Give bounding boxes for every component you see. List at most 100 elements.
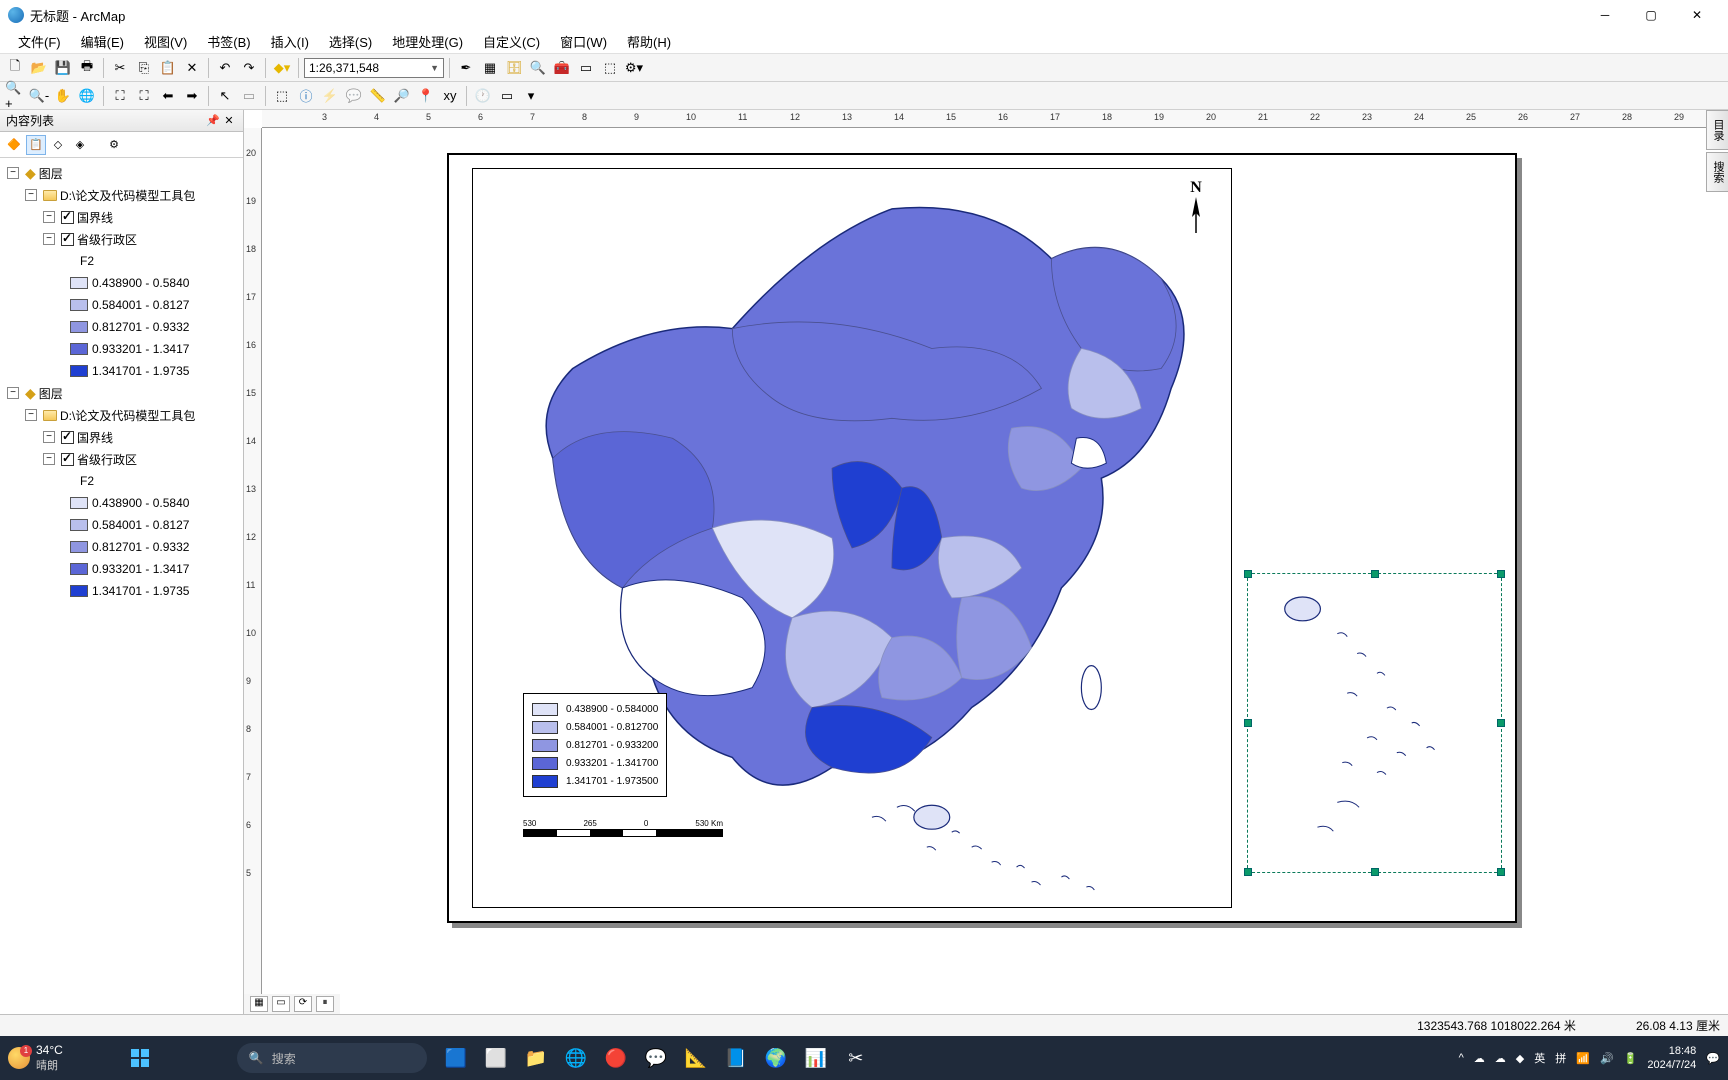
- map-legend[interactable]: 0.438900 - 0.5840000.584001 - 0.8127000.…: [523, 693, 667, 797]
- layer-name[interactable]: 省级行政区: [77, 231, 137, 248]
- menu-window[interactable]: 窗口(W): [550, 29, 617, 54]
- copy-button[interactable]: ⎘: [133, 57, 155, 79]
- undo-button[interactable]: ↶: [214, 57, 236, 79]
- go-to-xy-button[interactable]: xy: [439, 85, 461, 107]
- find-button[interactable]: 🔎: [391, 85, 413, 107]
- menu-file[interactable]: 文件(F): [8, 29, 71, 54]
- forward-extent-button[interactable]: ➡: [181, 85, 203, 107]
- map-view[interactable]: 3456789101112131415161718192021222324252…: [244, 110, 1728, 1014]
- menu-help[interactable]: 帮助(H): [617, 29, 681, 54]
- expand-icon[interactable]: −: [43, 233, 55, 245]
- list-by-source-button[interactable]: 📋: [26, 135, 46, 155]
- list-by-visibility-button[interactable]: ◇: [48, 135, 68, 155]
- python-button[interactable]: ▭: [575, 57, 597, 79]
- expand-icon[interactable]: −: [43, 211, 55, 223]
- tray-onedrive-icon[interactable]: ☁: [1474, 1052, 1485, 1065]
- ime-lang[interactable]: 英: [1534, 1050, 1545, 1066]
- data-view-tab[interactable]: ▦: [250, 996, 268, 1012]
- toc-button[interactable]: ▦: [479, 57, 501, 79]
- print-button[interactable]: 🖶: [76, 57, 98, 79]
- overflow-button[interactable]: ▾: [520, 85, 542, 107]
- select-features-button[interactable]: ⬚: [271, 85, 293, 107]
- app-icon-1[interactable]: 🔴: [599, 1041, 633, 1075]
- menu-edit[interactable]: 编辑(E): [71, 29, 134, 54]
- list-by-drawing-button[interactable]: 🔶: [4, 135, 24, 155]
- list-by-selection-button[interactable]: ◈: [70, 135, 90, 155]
- wechat-icon[interactable]: 💬: [639, 1041, 673, 1075]
- layer-checkbox[interactable]: [61, 431, 74, 444]
- volume-icon[interactable]: 🔊: [1600, 1052, 1614, 1065]
- north-arrow[interactable]: N: [1181, 179, 1211, 238]
- search-tab[interactable]: 搜索: [1706, 152, 1728, 192]
- pause-button[interactable]: ⏸: [316, 996, 334, 1012]
- expand-icon[interactable]: −: [7, 387, 19, 399]
- zoom-in-button[interactable]: 🔍+: [4, 85, 26, 107]
- expand-icon[interactable]: −: [25, 189, 37, 201]
- full-extent-button[interactable]: 🌐: [76, 85, 98, 107]
- search-window-button[interactable]: 🔍: [527, 57, 549, 79]
- layer-name[interactable]: 省级行政区: [77, 451, 137, 468]
- taskbar-clock[interactable]: 18:48 2024/7/24: [1647, 1044, 1696, 1073]
- menu-customize[interactable]: 自定义(C): [473, 29, 550, 54]
- create-viewer-button[interactable]: ▭: [496, 85, 518, 107]
- scale-combo[interactable]: 1:26,371,548 ▼: [304, 58, 444, 78]
- start-button[interactable]: [123, 1041, 157, 1075]
- main-data-frame[interactable]: N: [472, 168, 1232, 908]
- copilot-icon[interactable]: 🟦: [439, 1041, 473, 1075]
- arcmap-taskbar-icon[interactable]: 🌍: [759, 1041, 793, 1075]
- model-builder-button[interactable]: ⬚: [599, 57, 621, 79]
- inset-data-frame[interactable]: [1247, 573, 1502, 873]
- menu-select[interactable]: 选择(S): [319, 29, 382, 54]
- layout-canvas[interactable]: N: [262, 128, 1728, 994]
- menu-insert[interactable]: 插入(I): [261, 29, 319, 54]
- close-panel-icon[interactable]: ✕: [221, 113, 237, 129]
- tray-cloud-icon[interactable]: ☁: [1495, 1052, 1506, 1065]
- refresh-button[interactable]: ⟳: [294, 996, 312, 1012]
- open-button[interactable]: 📂: [28, 57, 50, 79]
- expand-icon[interactable]: −: [25, 409, 37, 421]
- fixed-zoom-out-button[interactable]: ⛶: [133, 85, 155, 107]
- menu-geoprocessing[interactable]: 地理处理(G): [382, 29, 473, 54]
- matlab-icon[interactable]: 📐: [679, 1041, 713, 1075]
- back-extent-button[interactable]: ⬅: [157, 85, 179, 107]
- toc-options-button[interactable]: ⚙: [104, 135, 124, 155]
- scale-bar[interactable]: 530 265 0 530 Km: [523, 819, 723, 837]
- arctoolbox-button[interactable]: 🧰: [551, 57, 573, 79]
- identify-button[interactable]: ⓘ: [295, 85, 317, 107]
- layer-checkbox[interactable]: [61, 453, 74, 466]
- ime-mode[interactable]: 拼: [1555, 1050, 1566, 1066]
- layer-name[interactable]: 国界线: [77, 209, 113, 226]
- taskbar-weather[interactable]: 34°C 晴朗: [8, 1043, 63, 1073]
- layer-checkbox[interactable]: [61, 233, 74, 246]
- editor-toolbar-button[interactable]: ✒: [455, 57, 477, 79]
- explorer-icon[interactable]: 📁: [519, 1041, 553, 1075]
- maximize-button[interactable]: ▢: [1628, 0, 1674, 30]
- find-route-button[interactable]: 📍: [415, 85, 437, 107]
- tray-app-icon[interactable]: ◆: [1516, 1052, 1524, 1065]
- select-element-button[interactable]: ↖: [214, 85, 236, 107]
- task-view-icon[interactable]: ⬜: [479, 1041, 513, 1075]
- new-button[interactable]: 🗋: [4, 57, 26, 79]
- snip-icon[interactable]: ✂: [839, 1041, 873, 1075]
- edge-icon[interactable]: 🌐: [559, 1041, 593, 1075]
- cut-button[interactable]: ✂: [109, 57, 131, 79]
- layout-view-tab[interactable]: ▭: [272, 996, 290, 1012]
- expand-icon[interactable]: −: [43, 453, 55, 465]
- pan-button[interactable]: ✋: [52, 85, 74, 107]
- close-button[interactable]: ✕: [1674, 0, 1720, 30]
- wifi-icon[interactable]: 📶: [1576, 1052, 1590, 1065]
- save-button[interactable]: 💾: [52, 57, 74, 79]
- measure-button[interactable]: 📏: [367, 85, 389, 107]
- pin-icon[interactable]: 📌: [205, 113, 221, 129]
- catalog-tab[interactable]: 目录: [1706, 110, 1728, 150]
- toc-tree[interactable]: −◆图层−D:\论文及代码模型工具包−国界线−省级行政区F20.438900 -…: [0, 158, 243, 1014]
- paste-button[interactable]: 📋: [157, 57, 179, 79]
- more-tools-button[interactable]: ⚙▾: [623, 57, 645, 79]
- layer-checkbox[interactable]: [61, 211, 74, 224]
- taskbar-search[interactable]: 🔍 搜索: [237, 1043, 427, 1073]
- excel-icon[interactable]: 📊: [799, 1041, 833, 1075]
- notifications-icon[interactable]: 💬: [1706, 1052, 1720, 1065]
- tray-chevron-icon[interactable]: ^: [1459, 1052, 1464, 1064]
- layer-name[interactable]: 国界线: [77, 429, 113, 446]
- redo-button[interactable]: ↷: [238, 57, 260, 79]
